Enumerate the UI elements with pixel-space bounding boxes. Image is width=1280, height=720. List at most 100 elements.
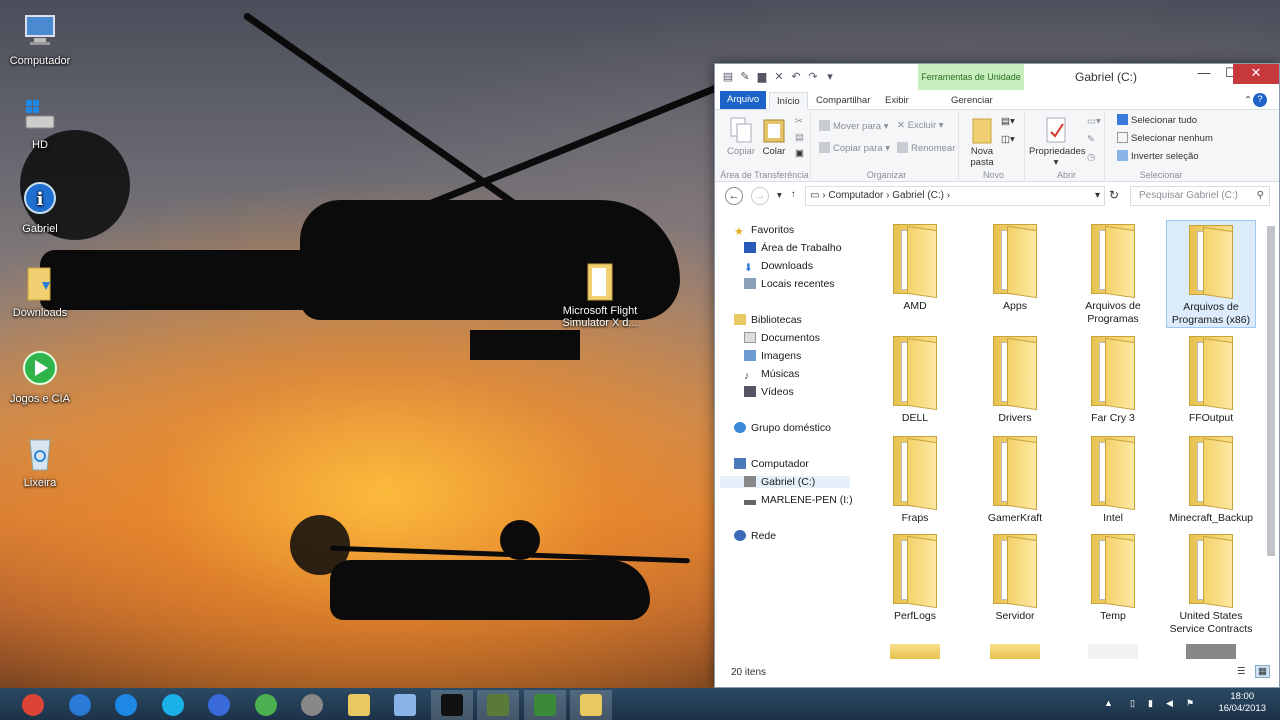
folder-item[interactable]: Arquivos de Programas — [1068, 220, 1158, 326]
copy-path-icon[interactable]: ▤ — [795, 132, 804, 143]
properties-qat-icon[interactable]: ✎ — [738, 70, 752, 84]
invert-selection-button[interactable]: Inverter seleção — [1117, 150, 1199, 162]
move-to-button[interactable]: Mover para ▾ — [819, 120, 888, 132]
folder-item[interactable]: Apps — [970, 220, 1060, 313]
up-button[interactable]: ↑ — [791, 189, 796, 200]
taskbar-app-button[interactable] — [12, 690, 54, 720]
scrollbar-thumb[interactable] — [1267, 226, 1275, 556]
breadcrumb-gabriel[interactable]: Gabriel (C:) — [892, 190, 944, 201]
new-folder-qat-icon[interactable]: ▆ — [755, 70, 769, 84]
tab-arquivo[interactable]: Arquivo — [720, 91, 767, 109]
taskbar-app-button[interactable] — [523, 690, 566, 720]
help-icon[interactable]: ? — [1253, 93, 1267, 107]
desktop-icon-computer[interactable]: Computador — [4, 12, 76, 67]
paste-shortcut-icon[interactable]: ▣ — [795, 148, 804, 159]
open-icon[interactable]: ▭▾ — [1087, 116, 1101, 127]
nav-pictures[interactable]: Imagens — [744, 350, 801, 362]
taskbar-app-button[interactable] — [430, 690, 473, 720]
edit-icon[interactable]: ✎ — [1087, 134, 1095, 145]
taskbar-app-button[interactable] — [105, 690, 147, 720]
folder-item-partial[interactable] — [990, 644, 1040, 659]
folder-item-partial[interactable] — [890, 644, 940, 659]
folder-item[interactable]: Servidor — [970, 530, 1060, 623]
nav-libraries[interactable]: Bibliotecas — [734, 314, 802, 326]
folder-item[interactable]: AMD — [870, 220, 960, 313]
tab-inicio[interactable]: Início — [769, 92, 808, 110]
tab-gerenciar[interactable]: Gerenciar — [944, 92, 1000, 110]
select-none-button[interactable]: Selecionar nenhum — [1117, 132, 1213, 144]
nav-favorites[interactable]: ★ Favoritos — [734, 224, 794, 238]
volume-icon[interactable]: ◀ — [1166, 698, 1173, 709]
folder-item[interactable]: Far Cry 3 — [1068, 332, 1158, 425]
taskbar-app-button[interactable] — [570, 690, 612, 720]
copy-to-button[interactable]: Copiar para ▾ — [819, 142, 890, 154]
nav-documents[interactable]: Documentos — [744, 332, 820, 344]
delete-button[interactable]: ✕ Excluir ▾ — [897, 120, 944, 131]
desktop-icon-gabriel[interactable]: i Gabriel — [4, 180, 76, 235]
desktop-icon-downloads[interactable]: Downloads — [4, 264, 76, 319]
folder-item[interactable]: FFOutput — [1166, 332, 1256, 425]
taskbar-app-button[interactable] — [338, 690, 380, 720]
copy-button[interactable]: Copiar — [723, 116, 759, 157]
action-center-icon[interactable]: ⚑ — [1186, 698, 1194, 709]
nav-desktop[interactable]: Área de Trabalho — [744, 242, 842, 254]
folder-item[interactable]: Intel — [1068, 432, 1158, 525]
taskbar-app-button[interactable] — [384, 690, 426, 720]
folder-item[interactable]: Minecraft_Backup — [1166, 432, 1256, 525]
nav-videos[interactable]: Vídeos — [744, 386, 794, 398]
nav-drive-c[interactable]: Gabriel (C:) — [720, 476, 850, 488]
large-icons-view-icon[interactable]: ▦ — [1255, 665, 1270, 678]
new-item-icon[interactable]: ▤▾ — [1001, 116, 1015, 127]
desktop-icon-lixeira[interactable]: Lixeira — [4, 434, 76, 489]
customize-qat-icon[interactable]: ▾ — [823, 70, 837, 84]
redo-icon[interactable]: ↷ — [806, 70, 820, 84]
tab-exibir[interactable]: Exibir — [878, 92, 916, 110]
taskbar-app-button[interactable] — [59, 690, 101, 720]
nav-homegroup[interactable]: Grupo doméstico — [734, 422, 831, 434]
show-hidden-icons-icon[interactable]: ▲ — [1104, 698, 1113, 708]
forward-button[interactable]: → — [751, 187, 769, 205]
desktop-folder-flight-simulator[interactable]: Microsoft Flight Simulator X d... — [560, 262, 640, 329]
desktop-icon-hd[interactable]: HD — [4, 96, 76, 151]
search-input[interactable]: Pesquisar Gabriel (C:) ⚲ — [1130, 186, 1270, 206]
paste-button[interactable]: Colar — [759, 116, 789, 157]
folder-item[interactable]: Temp — [1068, 530, 1158, 623]
select-all-button[interactable]: Selecionar tudo — [1117, 114, 1197, 126]
history-icon[interactable]: ◷ — [1087, 152, 1095, 163]
rename-button[interactable]: Renomear — [897, 142, 955, 154]
nav-music[interactable]: ♪ Músicas — [744, 368, 800, 382]
nav-network[interactable]: Rede — [734, 530, 776, 542]
address-dropdown-icon[interactable]: ▾ — [1095, 187, 1100, 205]
recent-locations-icon[interactable]: ▾ — [777, 190, 782, 201]
signal-icon[interactable]: ▮ — [1148, 698, 1153, 709]
folder-item[interactable]: United States Service Contracts — [1166, 530, 1256, 636]
folder-item-partial[interactable] — [1088, 644, 1138, 659]
address-bar[interactable]: ▭ › Computador › Gabriel (C:) › ▾ — [805, 186, 1105, 206]
vertical-scrollbar[interactable] — [1265, 214, 1277, 659]
folder-item[interactable]: Fraps — [870, 432, 960, 525]
battery-icon[interactable]: ▯ — [1130, 698, 1135, 709]
undo-icon[interactable]: ↶ — [789, 70, 803, 84]
folder-item[interactable]: Arquivos de Programas (x86) — [1166, 220, 1256, 328]
delete-qat-icon[interactable]: ✕ — [772, 70, 786, 84]
taskbar-app-button[interactable] — [245, 690, 287, 720]
taskbar-app-button[interactable] — [291, 690, 333, 720]
breadcrumb-computador[interactable]: Computador — [828, 190, 883, 201]
tab-compartilhar[interactable]: Compartilhar — [809, 92, 877, 110]
easy-access-icon[interactable]: ◫▾ — [1001, 134, 1015, 145]
folder-item-partial[interactable] — [1186, 644, 1236, 659]
clock[interactable]: 18:00 16/04/2013 — [1218, 691, 1266, 715]
folder-item[interactable]: GamerKraft — [970, 432, 1060, 525]
details-view-icon[interactable]: ☰ — [1237, 666, 1246, 677]
properties-button[interactable]: Propriedades ▾ — [1029, 116, 1086, 168]
refresh-button[interactable]: ↻ — [1109, 188, 1119, 202]
folder-item[interactable]: DELL — [870, 332, 960, 425]
taskbar-app-button[interactable] — [152, 690, 194, 720]
folder-item[interactable]: Drivers — [970, 332, 1060, 425]
folder-item[interactable]: PerfLogs — [870, 530, 960, 623]
nav-downloads[interactable]: ⬇ Downloads — [744, 260, 813, 274]
taskbar-app-button[interactable] — [198, 690, 240, 720]
minimize-button[interactable]: — — [1191, 64, 1217, 84]
explorer-small-icon[interactable]: ▤ — [721, 70, 735, 84]
nav-recent[interactable]: Locais recentes — [744, 278, 835, 290]
